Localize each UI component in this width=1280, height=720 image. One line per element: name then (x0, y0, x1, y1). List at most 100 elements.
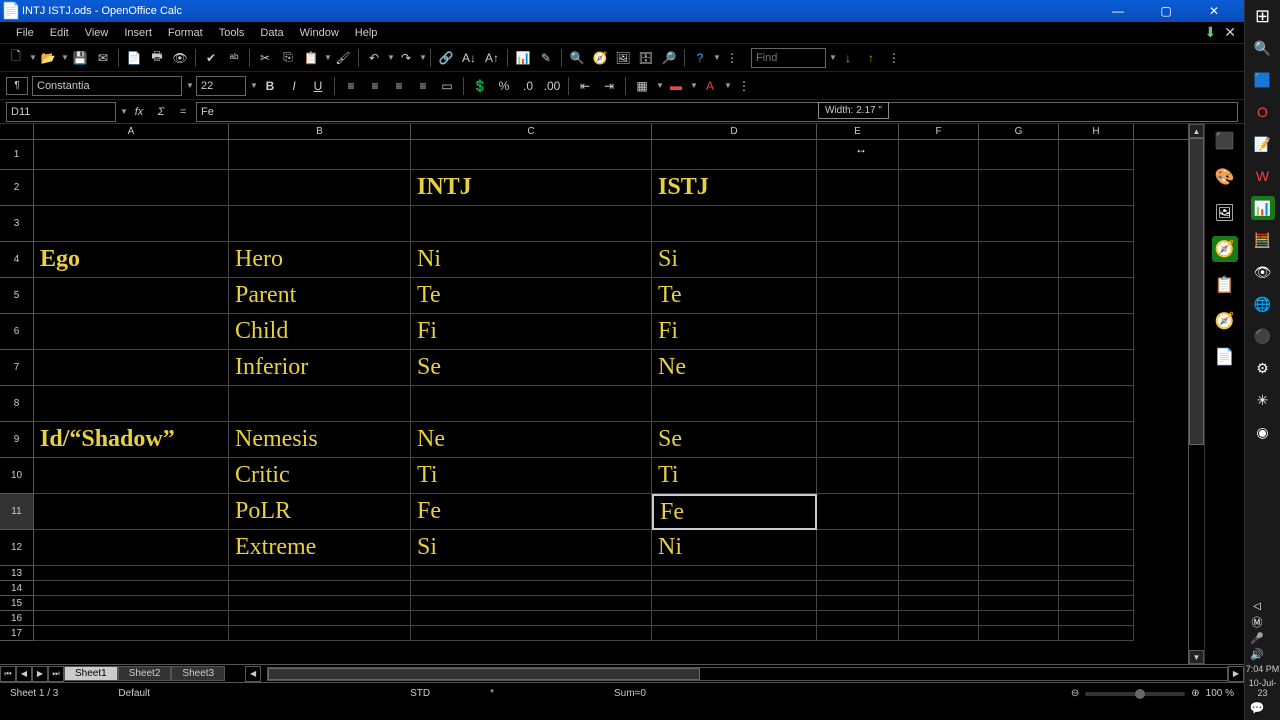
cell-D1[interactable] (652, 140, 817, 170)
vscroll-thumb[interactable] (1189, 138, 1204, 445)
row-header-6[interactable]: 6 (0, 314, 34, 350)
column-header-E[interactable]: E (817, 124, 899, 139)
navigator-icon[interactable]: 🧭 (590, 48, 610, 68)
copy-icon[interactable]: ⎘ (278, 48, 298, 68)
find-input[interactable] (751, 48, 826, 68)
cell-B5[interactable]: Parent (229, 278, 411, 314)
cut-icon[interactable]: ✂ (255, 48, 275, 68)
cell-C10[interactable]: Ti (411, 458, 652, 494)
cell-F17[interactable] (899, 626, 979, 641)
cell-B10[interactable]: Critic (229, 458, 411, 494)
cell-D17[interactable] (652, 626, 817, 641)
cell-E16[interactable] (817, 611, 899, 626)
hscroll-right-button[interactable]: ▶ (1228, 666, 1244, 682)
task-app-icon-2[interactable]: ⚙ (1251, 356, 1275, 380)
hscroll-thumb[interactable] (268, 668, 700, 680)
cell-F12[interactable] (899, 530, 979, 566)
menu-data[interactable]: Data (252, 25, 291, 41)
cell-G6[interactable] (979, 314, 1059, 350)
cell-F1[interactable] (899, 140, 979, 170)
cell-E4[interactable] (817, 242, 899, 278)
status-sum[interactable]: Sum=0 (614, 688, 646, 699)
status-style[interactable]: Default (118, 688, 150, 699)
cell-E3[interactable] (817, 206, 899, 242)
cell-C17[interactable] (411, 626, 652, 641)
open-dropdown[interactable]: ▼ (61, 53, 67, 62)
cell-F6[interactable] (899, 314, 979, 350)
task-calc-icon[interactable]: 📊 (1251, 196, 1275, 220)
cell-D9[interactable]: Se (652, 422, 817, 458)
row-header-9[interactable]: 9 (0, 422, 34, 458)
cell-F15[interactable] (899, 596, 979, 611)
cell-H2[interactable] (1059, 170, 1134, 206)
cell-C5[interactable]: Te (411, 278, 652, 314)
cell-B11[interactable]: PoLR (229, 494, 411, 530)
cell-G8[interactable] (979, 386, 1059, 422)
tray-date[interactable]: 10-Jul-23 (1245, 676, 1280, 700)
redo-dropdown[interactable]: ▼ (419, 53, 425, 62)
select-all-corner[interactable] (0, 124, 34, 139)
find-next-icon[interactable]: ↓ (838, 48, 858, 68)
side-compass-icon[interactable]: 🧭 (1212, 308, 1238, 334)
cell-G17[interactable] (979, 626, 1059, 641)
cell-reference-input[interactable] (6, 102, 116, 122)
menu-window[interactable]: Window (292, 25, 347, 41)
cell-E9[interactable] (817, 422, 899, 458)
cell-D16[interactable] (652, 611, 817, 626)
task-app-icon-1[interactable]: 🟦 (1251, 68, 1275, 92)
cell-G10[interactable] (979, 458, 1059, 494)
update-icon[interactable]: ⬇ (1205, 24, 1217, 41)
side-styles-icon[interactable]: 🎨 (1212, 164, 1238, 190)
font-size-input[interactable] (196, 76, 246, 96)
cell-H13[interactable] (1059, 566, 1134, 581)
cell-C6[interactable]: Fi (411, 314, 652, 350)
menu-view[interactable]: View (77, 25, 117, 41)
cell-E13[interactable] (817, 566, 899, 581)
new-dropdown[interactable]: ▼ (29, 53, 35, 62)
cell-D10[interactable]: Ti (652, 458, 817, 494)
task-opera-icon[interactable]: O (1251, 100, 1275, 124)
row-header-14[interactable]: 14 (0, 581, 34, 596)
cell-E15[interactable] (817, 596, 899, 611)
cell-G15[interactable] (979, 596, 1059, 611)
save-icon[interactable]: 💾 (70, 48, 90, 68)
format-paintbrush-icon[interactable]: 🖌 (333, 48, 353, 68)
add-decimal-icon[interactable]: .0 (518, 77, 538, 95)
zoom-slider[interactable] (1085, 692, 1185, 696)
sheet-tab-2[interactable]: Sheet2 (118, 666, 172, 681)
fontcolor-icon[interactable]: A (700, 77, 720, 95)
cell-G11[interactable] (979, 494, 1059, 530)
start-button[interactable]: ⊞ (1251, 4, 1275, 28)
tab-last-button[interactable]: ⏭ (48, 666, 64, 682)
row-header-13[interactable]: 13 (0, 566, 34, 581)
cell-C2[interactable]: INTJ (411, 170, 652, 206)
side-doc-icon[interactable]: 📄 (1212, 344, 1238, 370)
cell-B1[interactable] (229, 140, 411, 170)
cell-A1[interactable] (34, 140, 229, 170)
row-header-11[interactable]: 11 (0, 494, 34, 530)
row-header-8[interactable]: 8 (0, 386, 34, 422)
font-name-dropdown[interactable]: ▼ (186, 81, 192, 90)
gallery-icon[interactable]: 🖼 (613, 48, 633, 68)
bgcolor-icon[interactable]: ▬ (666, 77, 686, 95)
cell-B12[interactable]: Extreme (229, 530, 411, 566)
align-justify-icon[interactable]: ≡ (413, 77, 433, 95)
cell-A14[interactable] (34, 581, 229, 596)
tab-first-button[interactable]: ⏮ (0, 666, 16, 682)
menu-edit[interactable]: Edit (42, 25, 77, 41)
cell-D3[interactable] (652, 206, 817, 242)
hscroll-left-button[interactable]: ◀ (245, 666, 261, 682)
toolbar-more-icon[interactable]: ⋮ (722, 48, 742, 68)
find-dropdown[interactable]: ▼ (829, 53, 835, 62)
menu-file[interactable]: File (8, 25, 42, 41)
borders-icon[interactable]: ▦ (632, 77, 652, 95)
email-icon[interactable]: ✉ (93, 48, 113, 68)
cell-G7[interactable] (979, 350, 1059, 386)
side-navigator-icon[interactable]: 🧭 (1212, 236, 1238, 262)
cell-C3[interactable] (411, 206, 652, 242)
zoom-value[interactable]: 100 % (1206, 688, 1234, 699)
column-header-A[interactable]: A (34, 124, 229, 139)
bgcolor-dropdown[interactable]: ▼ (690, 81, 696, 90)
tab-next-button[interactable]: ▶ (32, 666, 48, 682)
cell-C12[interactable]: Si (411, 530, 652, 566)
